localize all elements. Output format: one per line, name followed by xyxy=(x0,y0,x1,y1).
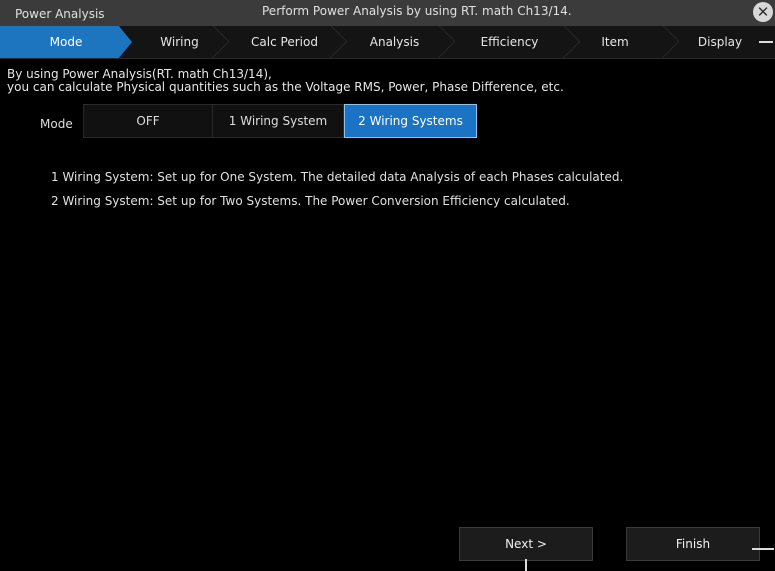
step-analysis[interactable]: Analysis xyxy=(342,26,447,58)
app-title: Power Analysis xyxy=(15,7,105,21)
mode-option-2-wiring-systems[interactable]: 2 Wiring Systems xyxy=(344,104,477,138)
mode-option-1-wiring-system[interactable]: 1 Wiring System xyxy=(212,104,344,138)
description: By using Power Analysis(RT. math Ch13/14… xyxy=(7,68,564,94)
task-title: Perform Power Analysis by using RT. math… xyxy=(262,4,572,18)
mode-label: Mode xyxy=(40,117,73,131)
step-mode[interactable]: Mode xyxy=(0,26,132,58)
step-display[interactable]: Display xyxy=(675,26,765,58)
info-line-2: 2 Wiring System: Set up for Two Systems.… xyxy=(51,194,570,208)
wizard-steps: Mode Wiring Calc Period Analysis Efficie… xyxy=(0,26,775,59)
menu-indicator-icon xyxy=(759,41,773,43)
step-item[interactable]: Item xyxy=(572,26,658,58)
close-icon[interactable]: ✕ xyxy=(753,2,773,22)
description-line-2: you can calculate Physical quantities su… xyxy=(7,80,564,94)
title-bar: Power Analysis Perform Power Analysis by… xyxy=(0,0,775,27)
step-calc-period[interactable]: Calc Period xyxy=(227,26,342,58)
next-button[interactable]: Next > xyxy=(459,527,593,561)
step-efficiency[interactable]: Efficiency xyxy=(447,26,572,58)
next-indicator-icon xyxy=(525,559,527,571)
finish-button[interactable]: Finish xyxy=(626,527,760,561)
finish-indicator-icon xyxy=(752,548,774,550)
mode-option-off[interactable]: OFF xyxy=(83,104,213,138)
info-line-1: 1 Wiring System: Set up for One System. … xyxy=(51,170,624,184)
